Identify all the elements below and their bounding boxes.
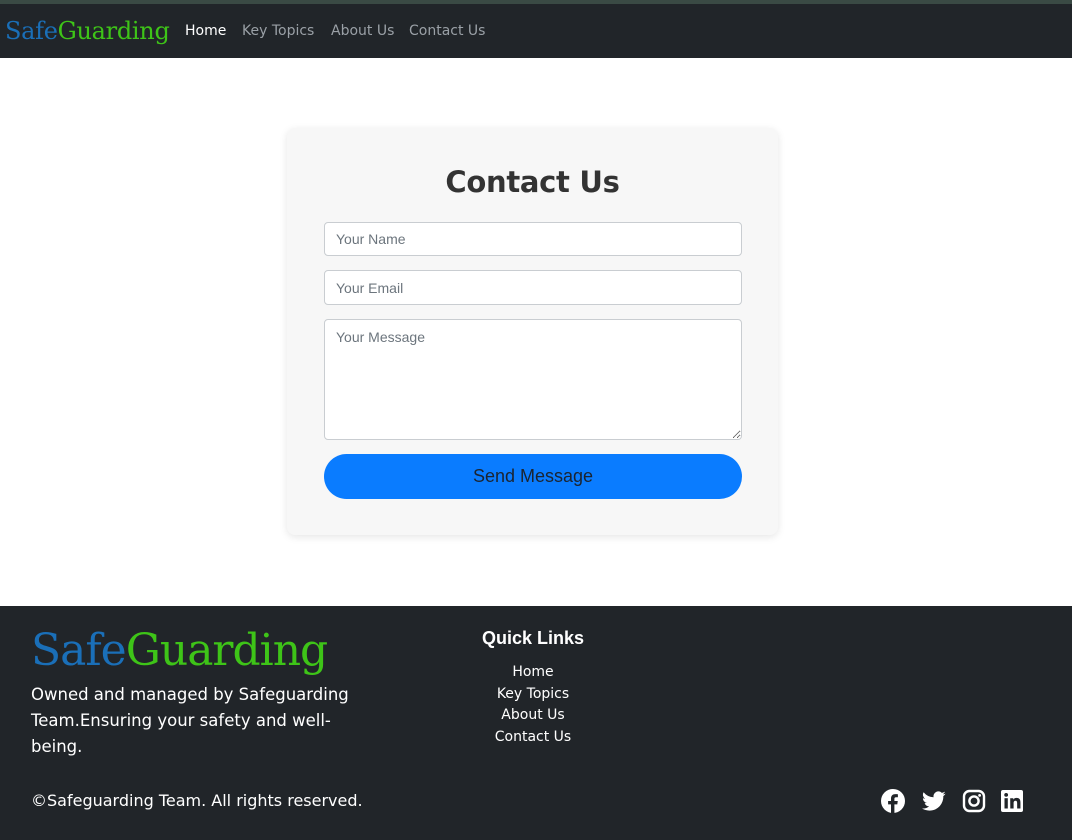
- footer-brand-guarding-text: Guarding: [125, 625, 328, 676]
- quick-link-key-topics[interactable]: Key Topics: [433, 684, 633, 706]
- quick-link-about-us[interactable]: About Us: [433, 705, 633, 727]
- footer-brand-safe-text: Safe: [31, 625, 127, 676]
- navbar-brand[interactable]: SafeGuarding: [5, 16, 170, 46]
- instagram-icon[interactable]: [962, 789, 986, 813]
- name-input[interactable]: [324, 222, 742, 256]
- contact-form-title: Contact Us: [445, 165, 620, 199]
- twitter-icon[interactable]: [922, 789, 946, 813]
- facebook-icon[interactable]: [881, 789, 905, 813]
- copyright-text: ©Safeguarding Team. All rights reserved.: [31, 791, 363, 810]
- quick-links-list: Home Key Topics About Us Contact Us: [433, 662, 633, 748]
- email-input[interactable]: [324, 270, 742, 305]
- brand-safe-text: Safe: [5, 17, 58, 45]
- footer-description: Owned and managed by Safeguarding Team.E…: [31, 685, 349, 756]
- quick-links-title: Quick Links: [481, 628, 585, 648]
- nav-link-home[interactable]: Home: [185, 21, 226, 41]
- linkedin-icon[interactable]: [1000, 789, 1024, 813]
- quick-link-home[interactable]: Home: [433, 662, 633, 684]
- send-message-button[interactable]: Send Message: [324, 454, 742, 499]
- brand-guarding-text: Guarding: [57, 17, 170, 45]
- nav-link-about-us[interactable]: About Us: [331, 21, 394, 41]
- contact-form-card: Contact Us Send Message: [287, 128, 778, 535]
- footer-brand: SafeGuarding: [31, 624, 328, 678]
- navbar: SafeGuarding Home Key Topics About Us Co…: [0, 4, 1072, 58]
- nav-link-key-topics[interactable]: Key Topics: [242, 21, 314, 41]
- nav-link-contact-us[interactable]: Contact Us: [409, 21, 485, 41]
- message-textarea[interactable]: [324, 319, 742, 440]
- quick-link-contact-us[interactable]: Contact Us: [433, 727, 633, 749]
- footer: SafeGuarding Owned and managed by Safegu…: [0, 606, 1072, 840]
